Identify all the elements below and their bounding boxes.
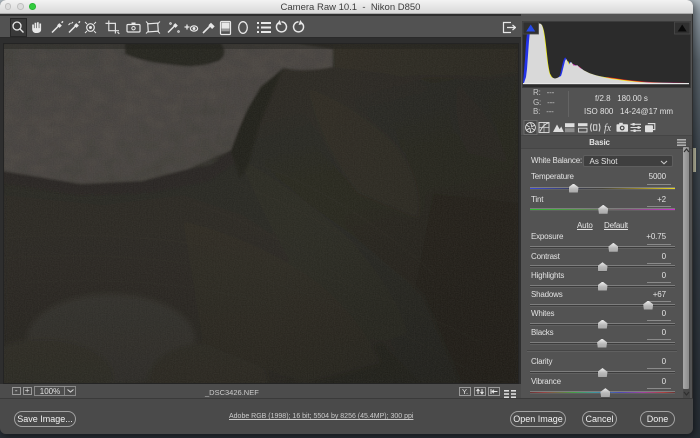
svg-text:fx: fx <box>604 123 612 134</box>
